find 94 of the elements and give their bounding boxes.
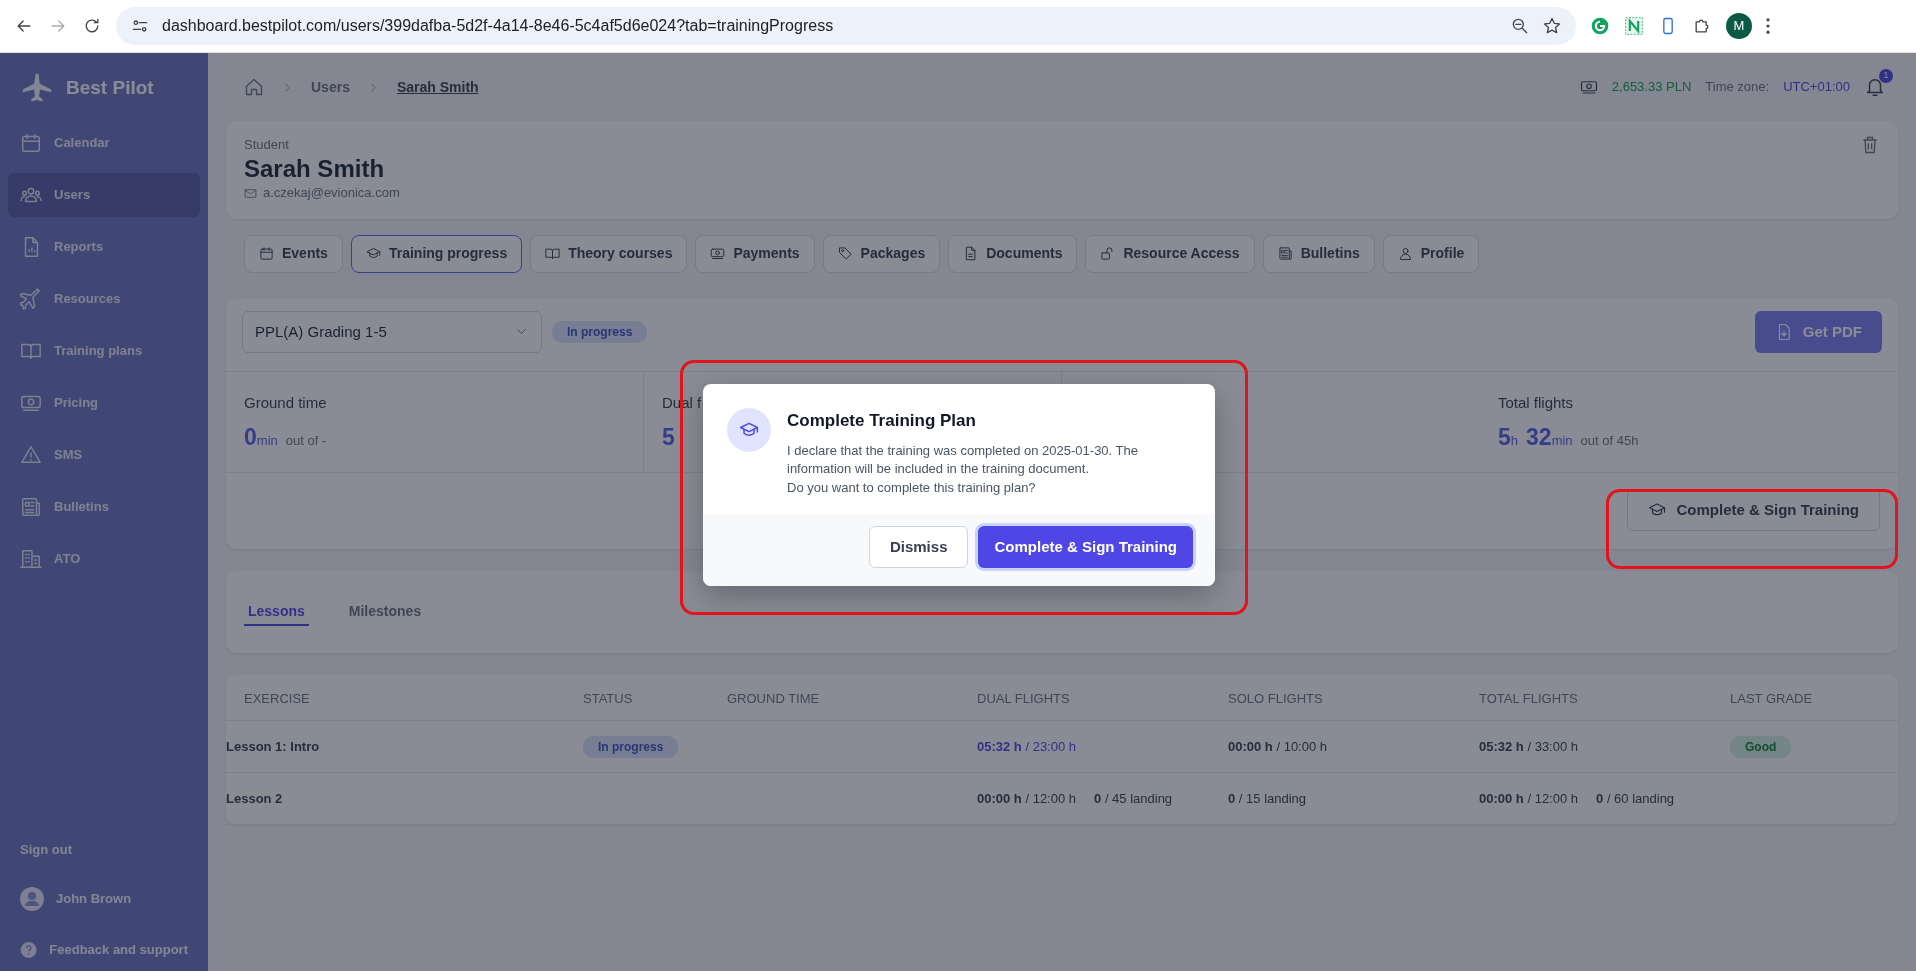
confirm-button[interactable]: Complete & Sign Training <box>978 526 1193 569</box>
wallet-icon <box>1579 78 1598 96</box>
table-cell-text: 0 / 60 landing <box>1596 790 1675 809</box>
status-badge: In progress <box>552 320 648 343</box>
profile-tab[interactable]: Packages <box>822 234 941 273</box>
banknote-icon <box>710 246 726 262</box>
extension-icon[interactable] <box>1590 16 1610 36</box>
student-email: a.czekaj@evionica.com <box>263 184 400 203</box>
plan-select[interactable]: PPL(A) Grading 1-5 <box>242 310 542 353</box>
sidebar-item[interactable]: SMS <box>8 433 200 477</box>
url-text: dashboard.bestpilot.com/users/399dafba-5d2f-4a14-8e46-5c4af5d6e024?tab=trainingProgress <box>162 16 835 36</box>
breadcrumb-link[interactable]: Users <box>311 76 350 98</box>
user-name[interactable]: John Brown <box>56 889 132 909</box>
sidebar-item[interactable]: Calendar <box>8 121 200 165</box>
timezone-label: Time zone: <box>1705 78 1770 97</box>
dismiss-button[interactable]: Dismiss <box>868 526 969 569</box>
column-header: GROUND TIME <box>727 674 977 722</box>
column-header: DUAL FLIGHTS <box>977 674 1228 722</box>
table-cell-text: 00:00 h / 12:00 h <box>977 790 1077 809</box>
dialog-title: Complete Training Plan <box>787 410 977 432</box>
stat-label: Ground time <box>244 392 327 413</box>
sidebar-item[interactable]: Training plans <box>8 329 200 373</box>
person-icon <box>1397 246 1413 262</box>
table-cell-text: 00:00 h / 12:00 h <box>1479 790 1579 809</box>
notification-bell-icon <box>1864 76 1886 98</box>
address-bar[interactable]: dashboard.bestpilot.com/users/399dafba-5d2f-4a14-8e46-5c4af5d6e024?tab=trainingProgress <box>116 7 1576 45</box>
column-header: SOLO FLIGHTS <box>1228 674 1479 722</box>
timezone-link[interactable]: UTC+01:00 <box>1783 77 1850 97</box>
trash-icon[interactable] <box>1860 135 1880 155</box>
sidebar-item[interactable]: ATO <box>8 537 200 581</box>
notification-count: 1 <box>1879 69 1893 83</box>
dialog-text: I declare that the training was completed on 2025-01-30. The information will be included in the training document. <box>787 441 1139 479</box>
tag-icon <box>837 246 853 262</box>
help-icon <box>20 939 38 961</box>
grade-badge: Good <box>1730 735 1792 758</box>
column-header: TOTAL FLIGHTS <box>1479 674 1730 722</box>
unlock-icon <box>1100 246 1116 262</box>
profile-tab[interactable]: Theory courses <box>530 234 688 273</box>
sidebar-item[interactable]: Resources <box>8 277 200 321</box>
table-cell-text: Lesson 2 <box>226 790 283 809</box>
building-icon <box>20 548 42 570</box>
mail-icon <box>244 186 257 200</box>
calendar-icon <box>20 132 42 154</box>
sidebar-item[interactable]: Pricing <box>8 381 200 425</box>
lesson-tab[interactable]: Lessons <box>244 586 309 626</box>
sidebar-item[interactable]: Users <box>8 173 200 217</box>
profile-tab[interactable]: Documents <box>948 234 1078 273</box>
home-icon <box>244 77 264 97</box>
get-pdf-button[interactable]: Get PDF <box>1754 310 1882 353</box>
balance-text: 2,653.33 PLN <box>1611 78 1692 97</box>
profile-tab[interactable]: Profile <box>1382 234 1480 273</box>
sidebar-item[interactable]: Reports <box>8 225 200 269</box>
table-cell-text: 00:00 h / 10:00 h <box>1228 738 1328 757</box>
sidebar-item[interactable]: Bulletins <box>8 485 200 529</box>
lesson-tab[interactable]: Milestones <box>344 586 426 626</box>
sign-out-link[interactable]: Sign out <box>20 839 188 859</box>
zoom-icon <box>1510 16 1530 36</box>
table-cell-text: 0 / 15 landing <box>1228 790 1307 809</box>
extension-icon[interactable] <box>1624 16 1644 36</box>
plane-icon <box>20 288 42 310</box>
profile-tab[interactable]: Events <box>244 234 343 273</box>
feedback-link[interactable]: Feedback and support <box>49 940 188 960</box>
role-label: Student <box>244 136 290 154</box>
table-cell-text: 0 / 45 landing <box>1094 790 1173 809</box>
table-cell-text: 05:32 h / 23:00 h <box>977 738 1077 757</box>
status-badge: In progress <box>583 735 679 758</box>
column-header: STATUS <box>583 674 727 722</box>
profile-tab[interactable]: Resource Access <box>1085 234 1255 273</box>
stat-value: 5h 32min out of 45h <box>1498 423 1639 453</box>
dialog-text: Do you want to complete this training plan? <box>787 479 1037 498</box>
stat-value: 5 <box>662 423 675 453</box>
newspaper-icon <box>1277 246 1293 262</box>
student-name: Sarah Smith <box>244 154 386 184</box>
column-header: LAST GRADE <box>1730 674 1898 722</box>
brand-name: Best Pilot <box>66 75 154 100</box>
stat-value: 0min out of - <box>244 423 327 453</box>
avatar-icon <box>20 887 44 911</box>
column-header: EXERCISE <box>226 674 583 722</box>
bookmark-star-icon <box>1542 16 1562 36</box>
document-icon <box>963 246 979 262</box>
calendar-icon <box>259 246 274 262</box>
graduation-cap-icon <box>727 408 771 452</box>
book-icon <box>545 246 561 262</box>
newspaper-icon <box>20 496 42 518</box>
table-cell-text: Lesson 1: Intro <box>226 738 320 757</box>
breadcrumb-link[interactable]: Sarah Smith <box>396 76 479 98</box>
profile-tab[interactable]: Payments <box>695 234 815 273</box>
profile-tab[interactable]: Bulletins <box>1262 234 1375 273</box>
table-cell-text: 05:32 h / 33:00 h <box>1479 738 1579 757</box>
stat-label: Total flights <box>1498 392 1574 413</box>
warning-icon <box>20 444 42 466</box>
menu-icon[interactable] <box>1766 18 1770 34</box>
profile-avatar[interactable]: M <box>1726 13 1752 39</box>
profile-tab[interactable]: Training progress <box>350 234 523 273</box>
